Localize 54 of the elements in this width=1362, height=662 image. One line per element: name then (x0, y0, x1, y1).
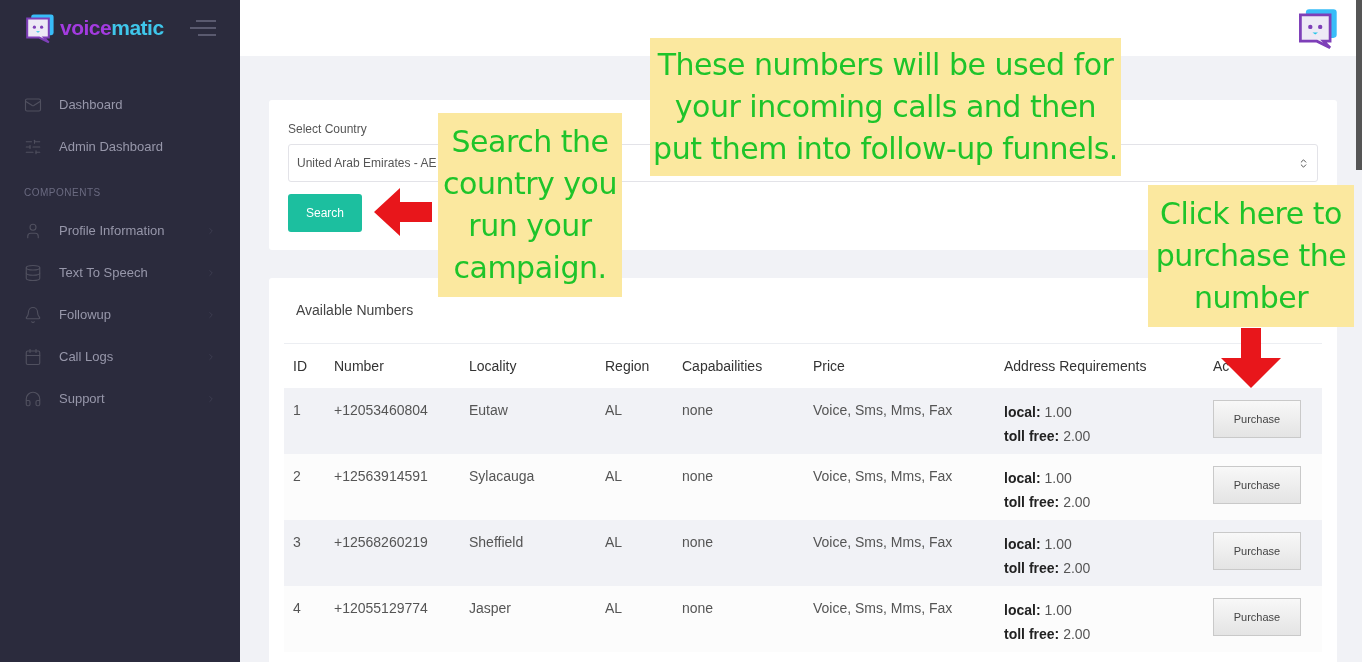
section-title: COMPONENTS (23, 186, 102, 200)
table-cell-text: none (681, 599, 715, 618)
table-cell-text: AL (604, 533, 624, 552)
table-cell-text: AL (604, 467, 624, 486)
table-cell-text: Voice, Sms, Mms, Fax (812, 599, 954, 618)
callout-text: These numbers will be used for (657, 46, 1114, 84)
table-cell-text: +12055129774 (333, 599, 429, 618)
address-line: local: 1.00 (1004, 535, 1073, 554)
column-header: Price (812, 356, 846, 376)
callout-text: your incoming calls and then (674, 88, 1097, 126)
column-header: Address Requirements (1003, 356, 1148, 376)
address-line: local: 1.00 (1004, 469, 1073, 488)
table-cell-text: none (681, 533, 715, 552)
table-cell-text: Sheffield (468, 533, 525, 552)
callout-text: country you (443, 165, 617, 203)
callout-text: campaign. (453, 249, 607, 287)
address-line: toll free: 2.00 (1004, 493, 1092, 512)
callout-text: Search the (451, 123, 609, 161)
table-cell-text: Voice, Sms, Mms, Fax (812, 401, 954, 420)
column-header: Ac (1212, 356, 1231, 376)
table-cell-text: AL (604, 401, 624, 420)
table-cell-text: Voice, Sms, Mms, Fax (812, 533, 954, 552)
address-line: local: 1.00 (1004, 601, 1073, 620)
card-title: Available Numbers (296, 301, 415, 320)
callout-text: put them into follow-up funnels. (653, 130, 1118, 168)
column-header: ID (292, 356, 308, 376)
callout-text: Click here to (1160, 195, 1342, 233)
address-line: toll free: 2.00 (1004, 427, 1092, 446)
table-cell-text: none (681, 401, 715, 420)
callout-text: number (1193, 279, 1309, 317)
table-cell-text: Voice, Sms, Mms, Fax (812, 467, 954, 486)
address-line: toll free: 2.00 (1004, 625, 1092, 644)
brand-logo: voicematic (60, 14, 164, 41)
table-cell-text: 1 (292, 401, 302, 420)
field-label: Select Country (288, 121, 368, 138)
table-cell-text: 4 (292, 599, 302, 618)
column-header: Number (333, 356, 385, 376)
address-line: local: 1.00 (1004, 403, 1073, 422)
table-cell-text: none (681, 467, 715, 486)
table-cell-text: Jasper (468, 599, 513, 618)
table-cell-text: +12053460804 (333, 401, 429, 420)
table-cell-text: 3 (292, 533, 302, 552)
table-cell-text: 2 (292, 467, 302, 486)
callout-text: purchase the (1155, 237, 1347, 275)
address-line: toll free: 2.00 (1004, 559, 1092, 578)
table-cell-text: +12568260219 (333, 533, 429, 552)
column-header: Capabailities (681, 356, 764, 376)
column-header: Locality (468, 356, 518, 376)
table-cell-text: Sylacauga (468, 467, 536, 486)
table-cell-text: Eutaw (468, 401, 509, 420)
table-cell-text: AL (604, 599, 624, 618)
callout-text: run your (468, 207, 592, 245)
table-cell-text: +12563914591 (333, 467, 429, 486)
column-header: Region (604, 356, 651, 376)
